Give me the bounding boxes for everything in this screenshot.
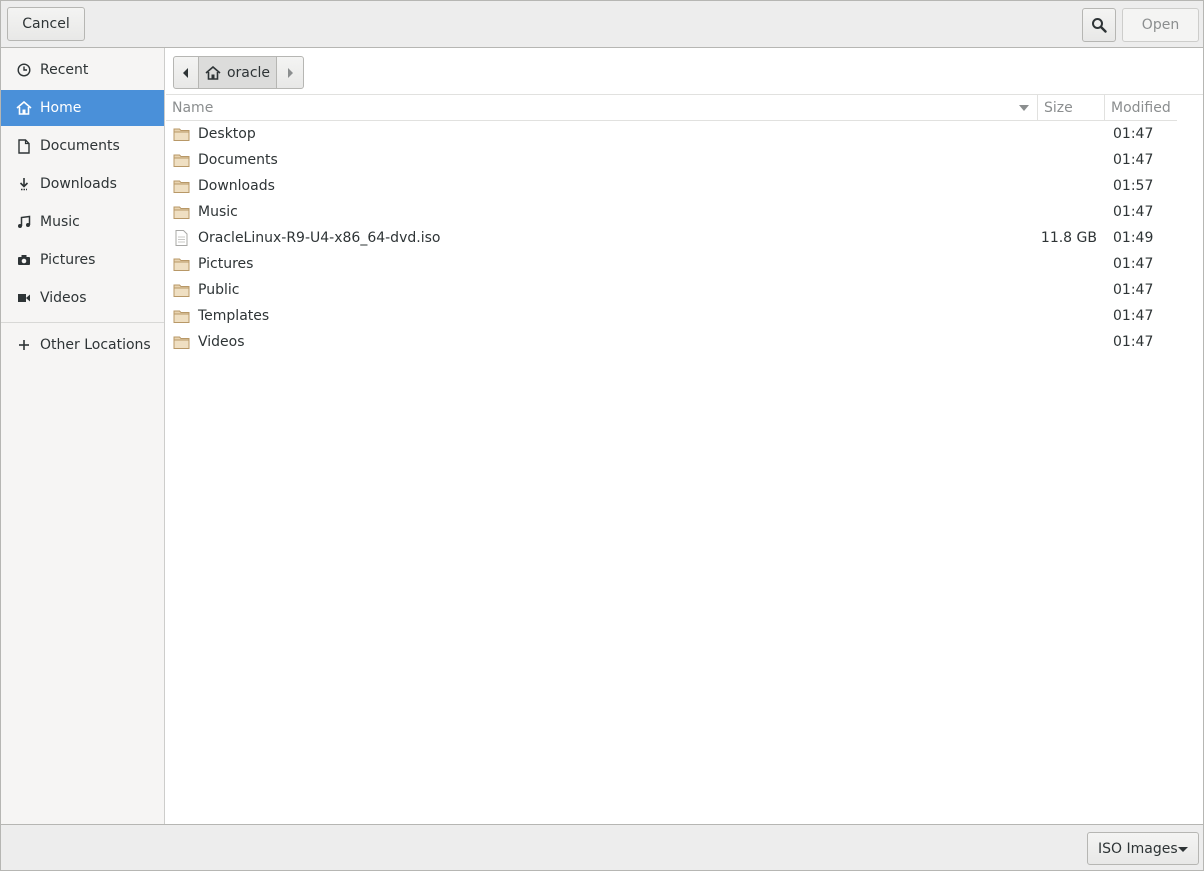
file-modified: 01:47: [1113, 282, 1154, 298]
file-row[interactable]: OracleLinux-R9-U4-x86_64-dvd.iso 11.8 GB…: [166, 225, 1177, 251]
camera-icon: [16, 252, 32, 268]
file-row[interactable]: Documents 01:47: [166, 147, 1177, 173]
sidebar-item-music[interactable]: Music: [1, 204, 164, 240]
sidebar-item-label: Recent: [40, 62, 89, 78]
file-name: OracleLinux-R9-U4-x86_64-dvd.iso: [198, 230, 441, 246]
search-icon: [1092, 18, 1107, 33]
file-modified: 01:47: [1113, 256, 1154, 272]
chevron-left-icon: [183, 67, 188, 78]
file-row[interactable]: Templates 01:47: [166, 303, 1177, 329]
file-row[interactable]: Videos 01:47: [166, 329, 1177, 355]
file-modified: 01:47: [1113, 126, 1154, 142]
column-size-label: Size: [1044, 100, 1073, 116]
file-modified: 01:49: [1113, 230, 1154, 246]
file-row[interactable]: Pictures 01:47: [166, 251, 1177, 277]
folder-icon: [173, 310, 190, 323]
folder-icon: [173, 180, 190, 193]
cancel-button[interactable]: Cancel: [7, 7, 85, 41]
file-name: Videos: [198, 334, 245, 350]
sidebar-item-home[interactable]: Home: [1, 90, 164, 126]
column-modified-label: Modified: [1111, 100, 1171, 116]
file-row[interactable]: Desktop 01:47: [166, 121, 1177, 147]
open-button[interactable]: Open: [1122, 8, 1199, 42]
download-icon: [16, 176, 32, 192]
folder-icon: [173, 336, 190, 349]
column-modified-header[interactable]: Modified: [1105, 95, 1177, 121]
sidebar-item-pictures[interactable]: Pictures: [1, 242, 164, 278]
file-type-filter[interactable]: ISO Images: [1087, 832, 1199, 865]
file-modified: 01:57: [1113, 178, 1154, 194]
folder-icon: [173, 206, 190, 219]
document-icon: [16, 138, 32, 154]
folder-icon: [173, 284, 190, 297]
clock-icon: [16, 62, 32, 78]
file-name: Public: [198, 282, 240, 298]
file-modified: 01:47: [1113, 308, 1154, 324]
column-name-header[interactable]: Name: [166, 95, 1038, 121]
plus-icon: [16, 337, 32, 353]
path-scroll-left-button[interactable]: [173, 56, 199, 89]
video-icon: [16, 290, 32, 306]
scrollbar-gutter: [1177, 95, 1203, 824]
sort-down-icon: [1019, 105, 1029, 111]
sidebar-item-recent[interactable]: Recent: [1, 52, 164, 88]
column-name-label: Name: [172, 100, 214, 116]
home-icon: [16, 100, 32, 116]
chevron-down-icon: [1178, 847, 1188, 852]
file-name: Desktop: [198, 126, 256, 142]
column-header: Name Size Modified: [166, 95, 1177, 121]
folder-icon: [173, 154, 190, 167]
file-name: Templates: [198, 308, 270, 324]
filter-label: ISO Images: [1098, 840, 1178, 857]
chevron-right-icon: [288, 67, 293, 78]
file-name: Documents: [198, 152, 278, 168]
places-sidebar: Recent Home Documents Downloads Music Pi…: [1, 48, 165, 824]
sidebar-item-videos[interactable]: Videos: [1, 280, 164, 316]
file-name: Music: [198, 204, 238, 220]
path-scroll-right-button[interactable]: [276, 56, 304, 89]
path-home-button[interactable]: oracle: [198, 56, 277, 89]
file-row[interactable]: Downloads 01:57: [166, 173, 1177, 199]
sidebar-item-label: Downloads: [40, 176, 117, 192]
sidebar-item-label: Videos: [40, 290, 87, 306]
file-modified: 01:47: [1113, 152, 1154, 168]
file-name: Pictures: [198, 256, 254, 272]
file-chooser-dialog: Cancel Open Recent Home Documents Downlo…: [0, 0, 1204, 871]
path-bar: oracle: [166, 48, 1203, 95]
sidebar-item-downloads[interactable]: Downloads: [1, 166, 164, 202]
search-button[interactable]: [1082, 8, 1116, 42]
sidebar-item-other-locations[interactable]: Other Locations: [1, 327, 164, 363]
file-modified: 01:47: [1113, 204, 1154, 220]
home-icon: [205, 65, 221, 80]
sidebar-item-label: Music: [40, 214, 80, 230]
header-bar: Cancel Open: [1, 1, 1203, 48]
file-size: 11.8 GB: [1040, 230, 1097, 246]
file-list: Name Size Modified Desktop 01:47 Documen…: [166, 95, 1177, 824]
sidebar-item-documents[interactable]: Documents: [1, 128, 164, 164]
sidebar-separator: [1, 322, 164, 323]
folder-icon: [173, 258, 190, 271]
file-name: Downloads: [198, 178, 275, 194]
sidebar-item-label: Home: [40, 100, 82, 116]
path-home-label: oracle: [226, 64, 271, 81]
file-icon: [175, 230, 188, 246]
bottom-bar: ISO Images: [1, 824, 1203, 870]
sidebar-item-label: Documents: [40, 138, 120, 154]
music-icon: [16, 214, 32, 230]
file-row[interactable]: Public 01:47: [166, 277, 1177, 303]
sidebar-item-label: Pictures: [40, 252, 96, 268]
file-modified: 01:47: [1113, 334, 1154, 350]
folder-icon: [173, 128, 190, 141]
file-row[interactable]: Music 01:47: [166, 199, 1177, 225]
sidebar-item-label: Other Locations: [40, 337, 151, 353]
column-size-header[interactable]: Size: [1038, 95, 1105, 121]
